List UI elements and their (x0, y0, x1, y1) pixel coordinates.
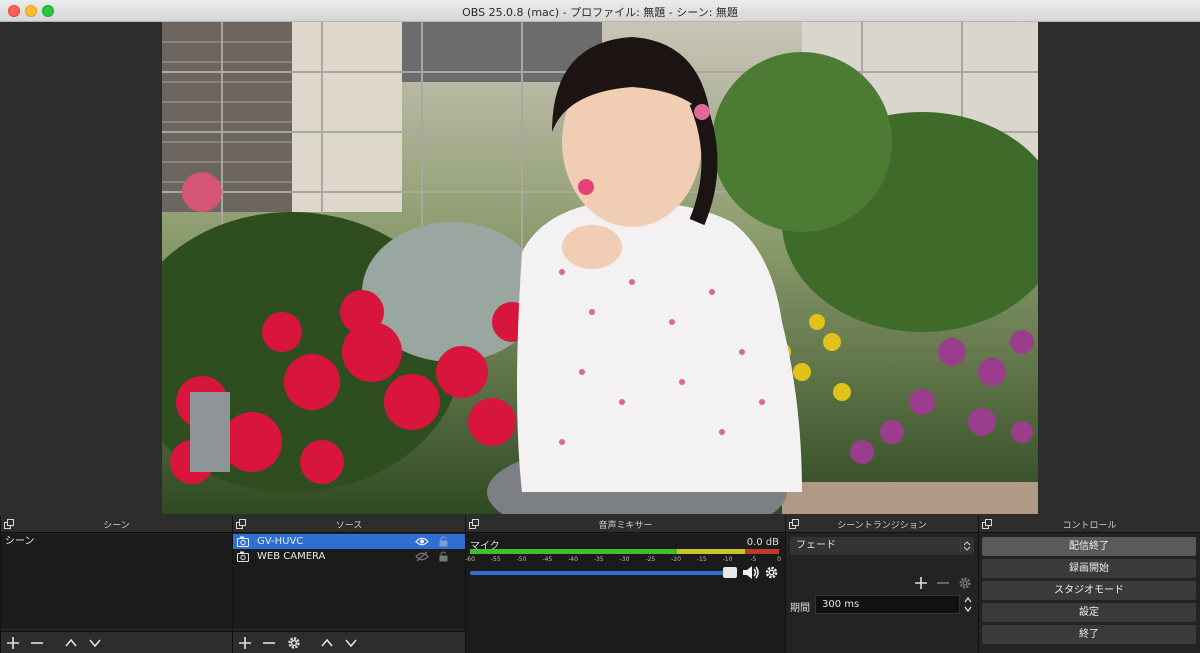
volume-slider-handle[interactable] (723, 567, 737, 578)
meter-tick-label: -20 (671, 556, 681, 563)
meter-tick-label: -60 (465, 556, 475, 563)
volume-slider-track[interactable] (470, 571, 735, 575)
transition-settings-gear-icon[interactable] (958, 576, 972, 590)
chevron-up-down-icon (960, 540, 972, 552)
remove-source-button[interactable] (261, 635, 277, 651)
duration-input[interactable]: 300 ms (815, 595, 960, 614)
duration-stepper[interactable] (962, 595, 974, 614)
list-item[interactable]: WEB CAMERA (233, 549, 465, 564)
scenes-toolbar (1, 631, 232, 653)
source-properties-gear-icon[interactable] (286, 635, 302, 651)
mixer-level-readout: 0.0 dB (746, 537, 779, 548)
meter-tick-label: -25 (645, 556, 656, 563)
controls-dock-header: コントロール (979, 516, 1200, 533)
transition-select-value: フェード (796, 540, 836, 551)
eye-hidden-icon[interactable] (415, 551, 429, 562)
window-title: OBS 25.0.8 (mac) - プロファイル: 無題 - シーン: 無題 (462, 6, 738, 19)
camera-icon (237, 551, 249, 562)
source-list: GV-HUVC WEB CAMERA (233, 534, 465, 628)
audio-mixer-dock: 音声ミキサー マイク 0.0 dB -60 -55 -50 -45 -40 -35 -30-… (465, 516, 785, 653)
sources-dock-title: ソース (335, 521, 363, 531)
meter-tick-label: -40 (568, 556, 578, 563)
speaker-icon[interactable] (742, 565, 760, 580)
meter-tick-label: -50 (516, 556, 527, 563)
scenes-dock-header: シーン (1, 516, 232, 533)
list-item[interactable]: シーン (1, 534, 232, 549)
title-bar: OBS 25.0.8 (mac) - プロファイル: 無題 - シーン: 無題 (0, 0, 1200, 22)
scene-transitions-dock: シーントランジション フェード 期間 300 ms (785, 516, 978, 653)
studio-mode-button[interactable]: スタジオモード (982, 581, 1196, 600)
meter-tick-label: -30 (619, 556, 630, 563)
add-transition-button[interactable] (914, 576, 928, 590)
controls-dock-title: コントロール (1062, 521, 1117, 531)
scene-list: シーン (1, 534, 232, 628)
unlock-icon[interactable] (439, 536, 448, 547)
meter-tick-label: 0 (777, 556, 781, 563)
volume-meter (470, 549, 779, 554)
sources-dock-header: ソース (233, 516, 465, 533)
meter-tick-label: -55 (490, 556, 501, 563)
transitions-dock-title: シーントランジション (837, 521, 927, 531)
camera-icon (237, 536, 249, 547)
meter-tick-label: -15 (696, 556, 707, 563)
exit-button[interactable]: 終了 (982, 625, 1196, 644)
scenes-dock: シーン シーン (0, 516, 232, 653)
gear-icon[interactable] (764, 565, 779, 580)
settings-button[interactable]: 設定 (982, 603, 1196, 622)
meter-tick-label: -10 (722, 556, 733, 563)
source-label: GV-HUVC (257, 536, 304, 547)
transitions-dock-header: シーントランジション (786, 516, 978, 533)
preview-area (0, 22, 1200, 516)
meter-green-segment (470, 549, 678, 554)
meter-yellow-segment (677, 549, 745, 554)
transitions-body: フェード 期間 300 ms (786, 534, 978, 653)
stop-streaming-button[interactable]: 配信終了 (982, 537, 1196, 556)
obs-window: OBS 25.0.8 (mac) - プロファイル: 無題 - シーン: 無題 (0, 0, 1200, 653)
meter-tick-label: -5 (750, 556, 757, 563)
preview-canvas[interactable] (162, 22, 1038, 514)
add-scene-button[interactable] (5, 635, 21, 651)
preview-image (162, 22, 1038, 514)
meter-tick-label: -35 (593, 556, 604, 563)
list-item[interactable]: GV-HUVC (233, 534, 465, 549)
move-source-up-button[interactable] (319, 635, 335, 651)
sources-toolbar (233, 631, 465, 653)
start-recording-button[interactable]: 録画開始 (982, 559, 1196, 578)
meter-red-segment (745, 549, 779, 554)
move-scene-up-button[interactable] (63, 635, 79, 651)
unlock-icon[interactable] (439, 551, 448, 562)
meter-scale: -60 -55 -50 -45 -40 -35 -30 -25 -20 -15 -10 -5 0 (465, 556, 781, 566)
move-source-down-button[interactable] (343, 635, 359, 651)
meter-tick-label: -45 (542, 556, 553, 563)
mixer-body: マイク 0.0 dB -60 -55 -50 -45 -40 -35 -30 -25 -20 -1… (465, 534, 785, 653)
sources-dock: ソース GV-HUVC WEB CAMERA (232, 516, 465, 653)
mixer-dock-header: 音声ミキサー (466, 516, 785, 533)
mixer-dock-title: 音声ミキサー (598, 521, 653, 531)
source-label: WEB CAMERA (257, 551, 326, 562)
add-source-button[interactable] (237, 635, 253, 651)
transition-select[interactable]: フェード (790, 537, 974, 555)
move-scene-down-button[interactable] (87, 635, 103, 651)
remove-transition-button[interactable] (936, 576, 950, 590)
duration-label: 期間 (790, 603, 810, 614)
scenes-dock-title: シーン (103, 521, 130, 531)
eye-icon[interactable] (415, 536, 429, 547)
remove-scene-button[interactable] (29, 635, 45, 651)
